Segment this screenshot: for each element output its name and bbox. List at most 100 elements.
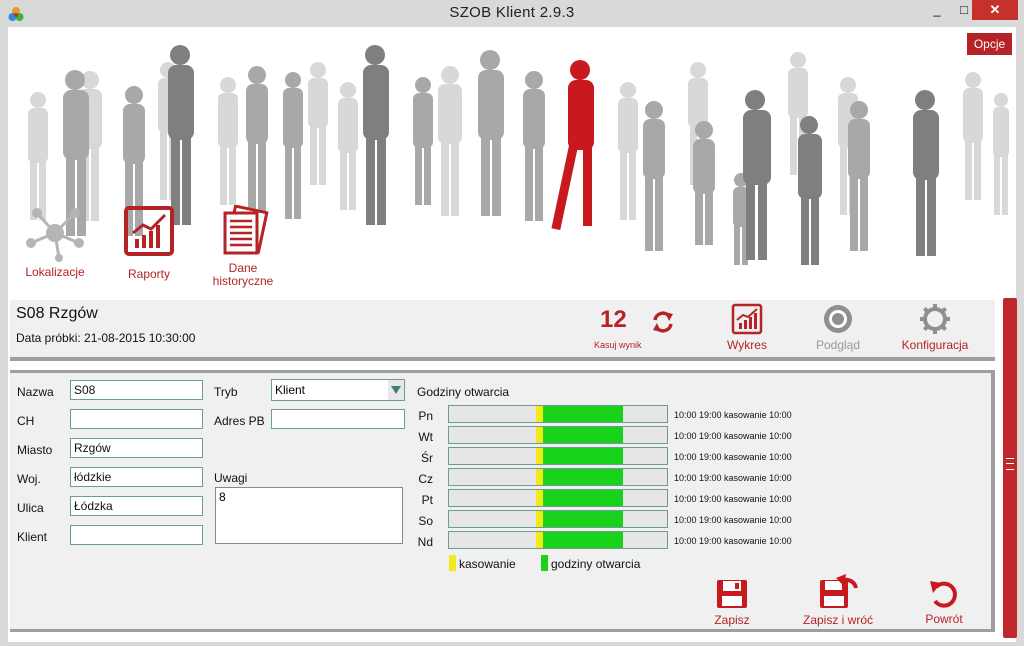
reset-segment (536, 427, 543, 443)
store-name: S08 Rzgów (16, 305, 98, 322)
reset-segment (536, 406, 543, 422)
nazwa-field[interactable]: S08 (70, 380, 203, 400)
legend-open-swatch (541, 555, 548, 571)
uwagi-textarea[interactable]: 8 (215, 487, 403, 544)
refresh-icon[interactable] (651, 310, 675, 334)
adres-pb-field[interactable] (271, 409, 405, 429)
hours-text: 10:00 19:00 kasowanie 10:00 (674, 536, 792, 546)
chart-button[interactable]: Wykres (722, 303, 772, 352)
preview-button-label: Podgląd (815, 338, 861, 352)
minimize-button[interactable]: _ (924, 0, 950, 20)
configuration-button[interactable]: Konfiguracja (900, 303, 970, 352)
open-segment (543, 511, 623, 527)
save-and-back-label: Zapisz i wróć (802, 613, 873, 627)
hours-bar[interactable] (448, 468, 668, 486)
dropdown-arrow-icon[interactable] (388, 380, 404, 400)
tryb-selected-value: Klient (275, 383, 306, 397)
reset-segment (536, 532, 543, 548)
open-segment (543, 532, 623, 548)
hours-bar[interactable] (448, 447, 668, 465)
undo-arrow-icon (930, 581, 957, 608)
klient-field[interactable] (70, 525, 203, 545)
floppy-disk-return-icon (820, 574, 858, 608)
day-label: Nd (417, 535, 433, 549)
open-segment (543, 448, 623, 464)
reset-segment (536, 490, 543, 506)
back-button[interactable]: Powrót (917, 577, 971, 626)
network-icon (26, 208, 84, 262)
window-title: SZOB Klient 2.9.3 (449, 4, 575, 21)
hours-text: 10:00 19:00 kasowanie 10:00 (674, 410, 792, 420)
chart-button-label: Wykres (727, 338, 767, 352)
open-segment (543, 469, 623, 485)
vertical-scrollbar[interactable] (1003, 298, 1017, 638)
nav-lokalizacje[interactable]: Lokalizacje (22, 203, 88, 279)
woj-label: Woj. (17, 472, 41, 486)
day-label: Cz (418, 472, 433, 486)
hours-text: 10:00 19:00 kasowanie 10:00 (674, 473, 792, 483)
miasto-label: Miasto (17, 443, 53, 457)
visitor-counter: 12 (600, 306, 627, 333)
hours-bar[interactable] (448, 426, 668, 444)
documents-icon (223, 204, 269, 255)
store-info-bar: S08 Rzgów Data próbki: 21-08-2015 10:30:… (10, 300, 995, 361)
hours-bar[interactable] (448, 510, 668, 528)
tryb-label: Tryb (214, 385, 238, 399)
hours-bar[interactable] (448, 531, 668, 549)
sample-date: Data próbki: 21-08-2015 10:30:00 (16, 331, 196, 345)
options-button[interactable]: Opcje (967, 33, 1012, 55)
save-button-label: Zapisz (714, 613, 750, 627)
uwagi-label: Uwagi (214, 471, 248, 485)
legend-open-label: godziny otwarcia (551, 557, 641, 571)
back-button-label: Powrót (925, 612, 963, 626)
nav-label-line2: historyczne (212, 274, 274, 288)
hours-text: 10:00 19:00 kasowanie 10:00 (674, 515, 792, 525)
open-segment (543, 490, 623, 506)
woj-field[interactable]: łódzkie (70, 467, 203, 487)
ulica-label: Ulica (17, 501, 44, 515)
ch-field[interactable] (70, 409, 203, 429)
day-label: Pn (418, 409, 433, 423)
nav-label: Raporty (127, 267, 171, 281)
adres-pb-label: Adres PB (214, 414, 265, 428)
day-label: Śr (421, 451, 433, 465)
day-label: Wt (418, 430, 433, 444)
miasto-field[interactable]: Rzgów (70, 438, 203, 458)
ch-label: CH (17, 414, 35, 428)
hours-text: 10:00 19:00 kasowanie 10:00 (674, 494, 792, 504)
scroll-grip (1006, 458, 1014, 470)
camera-lens-icon (824, 305, 852, 333)
day-label: Pt (421, 493, 433, 507)
preview-button[interactable]: Podgląd (810, 303, 866, 352)
day-label: So (418, 514, 433, 528)
save-button[interactable]: Zapisz (705, 578, 759, 627)
configuration-button-label: Konfiguracja (901, 338, 969, 352)
opening-hours-title: Godziny otwarcia (417, 385, 510, 399)
reset-segment (536, 448, 543, 464)
tryb-select[interactable]: Klient (271, 379, 405, 401)
chart-icon (124, 206, 174, 256)
hours-text: 10:00 19:00 kasowanie 10:00 (674, 431, 792, 441)
nav-dane-historyczne[interactable]: Dane historyczne (208, 203, 278, 288)
nav-raporty[interactable]: Raporty (116, 203, 182, 281)
floppy-disk-icon (717, 580, 747, 608)
legend-reset-label: kasowanie (459, 557, 516, 571)
legend-reset-swatch (449, 555, 456, 571)
close-button[interactable]: ✕ (972, 0, 1018, 20)
ulica-field[interactable]: Łódzka (70, 496, 203, 516)
reset-segment (536, 469, 543, 485)
gear-icon (920, 304, 950, 334)
scroll-grip-line (1006, 463, 1014, 464)
reset-segment (536, 511, 543, 527)
hours-bar[interactable] (448, 489, 668, 507)
title-bar: SZOB Klient 2.9.3 _ □ ✕ (0, 0, 1024, 27)
klient-label: Klient (17, 530, 48, 544)
open-segment (543, 406, 623, 422)
nav-label: Lokalizacje (25, 265, 85, 279)
chart-icon (731, 303, 763, 335)
open-segment (543, 427, 623, 443)
reset-counter-label[interactable]: Kasuj wynik (594, 340, 642, 350)
hours-bar[interactable] (448, 405, 668, 423)
save-and-back-button[interactable]: Zapisz i wróć (800, 572, 876, 627)
nazwa-label: Nazwa (17, 385, 54, 399)
